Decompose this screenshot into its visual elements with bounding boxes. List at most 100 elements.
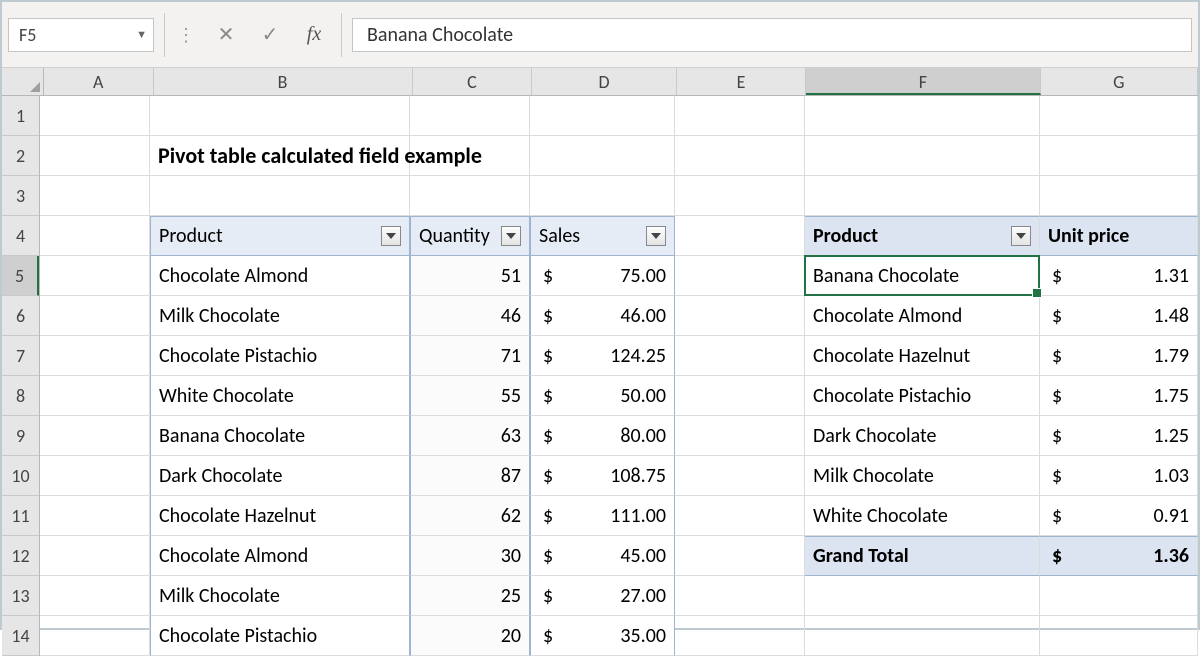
cell[interactable] xyxy=(675,456,805,496)
table-row-product[interactable]: Chocolate Pistachio xyxy=(150,336,410,376)
cell[interactable] xyxy=(805,136,1040,176)
name-box[interactable]: F5 ▼ xyxy=(8,18,154,52)
cell[interactable] xyxy=(805,576,1040,616)
pivot-row-product[interactable]: Milk Chocolate xyxy=(805,456,1040,496)
cell[interactable] xyxy=(530,136,675,176)
cell[interactable] xyxy=(150,96,410,136)
pivot-row-price[interactable]: $1.75 xyxy=(1040,376,1198,416)
row-header-2[interactable]: 2 xyxy=(2,136,39,176)
table-row-sales[interactable]: $27.00 xyxy=(530,576,675,616)
row-header-13[interactable]: 13 xyxy=(2,576,39,616)
pivot-grand-total-value[interactable]: $1.36 xyxy=(1040,536,1198,576)
cell[interactable] xyxy=(410,96,530,136)
filter-icon[interactable] xyxy=(1011,226,1031,246)
table-row-quantity[interactable]: 25 xyxy=(410,576,530,616)
row-header-9[interactable]: 9 xyxy=(2,416,39,456)
table-row-product[interactable]: Dark Chocolate xyxy=(150,456,410,496)
pivot-row-product[interactable]: Banana Chocolate xyxy=(805,256,1040,296)
pivot-header-price[interactable]: Unit price xyxy=(1040,216,1198,256)
pivot-row-price[interactable]: $0.91 xyxy=(1040,496,1198,536)
table-header-quantity[interactable]: Quantity xyxy=(410,216,530,256)
col-header-F[interactable]: F xyxy=(806,68,1040,95)
cell[interactable] xyxy=(1040,616,1198,656)
cell[interactable] xyxy=(410,136,530,176)
pivot-grand-total-label[interactable]: Grand Total xyxy=(805,536,1040,576)
table-row-quantity[interactable]: 46 xyxy=(410,296,530,336)
cancel-formula-button[interactable]: ✕ xyxy=(209,18,243,52)
cell[interactable] xyxy=(40,456,150,496)
cell[interactable] xyxy=(150,176,410,216)
cell[interactable] xyxy=(40,176,150,216)
table-row-sales[interactable]: $124.25 xyxy=(530,336,675,376)
row-header-4[interactable]: 4 xyxy=(2,216,39,256)
cell[interactable] xyxy=(675,536,805,576)
col-header-B[interactable]: B xyxy=(154,68,413,95)
table-row-product[interactable]: Milk Chocolate xyxy=(150,576,410,616)
page-title[interactable]: Pivot table calculated field example xyxy=(150,136,410,176)
col-header-D[interactable]: D xyxy=(532,68,677,95)
table-row-quantity[interactable]: 20 xyxy=(410,616,530,656)
pivot-row-product[interactable]: Dark Chocolate xyxy=(805,416,1040,456)
col-header-E[interactable]: E xyxy=(677,68,807,95)
pivot-row-product[interactable]: Chocolate Pistachio xyxy=(805,376,1040,416)
cell[interactable] xyxy=(675,176,805,216)
cell[interactable] xyxy=(40,376,150,416)
row-header-6[interactable]: 6 xyxy=(2,296,39,336)
col-header-G[interactable]: G xyxy=(1041,68,1198,95)
cell[interactable] xyxy=(40,216,150,256)
table-row-sales[interactable]: $46.00 xyxy=(530,296,675,336)
cell[interactable] xyxy=(40,576,150,616)
row-header-8[interactable]: 8 xyxy=(2,376,39,416)
pivot-row-price[interactable]: $1.79 xyxy=(1040,336,1198,376)
cell[interactable] xyxy=(40,536,150,576)
table-header-product[interactable]: Product xyxy=(150,216,410,256)
pivot-row-product[interactable]: Chocolate Almond xyxy=(805,296,1040,336)
table-row-product[interactable]: Chocolate Pistachio xyxy=(150,616,410,656)
table-row-sales[interactable]: $50.00 xyxy=(530,376,675,416)
cell[interactable] xyxy=(40,96,150,136)
table-row-product[interactable]: Chocolate Almond xyxy=(150,256,410,296)
table-row-quantity[interactable]: 71 xyxy=(410,336,530,376)
cell[interactable] xyxy=(805,176,1040,216)
table-row-quantity[interactable]: 62 xyxy=(410,496,530,536)
cell[interactable] xyxy=(675,336,805,376)
table-row-sales[interactable]: $111.00 xyxy=(530,496,675,536)
cell[interactable] xyxy=(675,256,805,296)
confirm-formula-button[interactable]: ✓ xyxy=(253,18,287,52)
table-header-sales[interactable]: Sales xyxy=(530,216,675,256)
table-row-sales[interactable]: $80.00 xyxy=(530,416,675,456)
table-row-quantity[interactable]: 51 xyxy=(410,256,530,296)
cell[interactable] xyxy=(675,496,805,536)
cell[interactable] xyxy=(675,96,805,136)
cell[interactable] xyxy=(1040,176,1198,216)
cell[interactable] xyxy=(1040,576,1198,616)
cell[interactable] xyxy=(675,576,805,616)
table-row-sales[interactable]: $75.00 xyxy=(530,256,675,296)
table-row-product[interactable]: Chocolate Hazelnut xyxy=(150,496,410,536)
pivot-row-product[interactable]: Chocolate Hazelnut xyxy=(805,336,1040,376)
cell[interactable] xyxy=(1040,96,1198,136)
cell[interactable] xyxy=(40,616,150,656)
row-header-7[interactable]: 7 xyxy=(2,336,39,376)
filter-icon[interactable] xyxy=(501,226,521,246)
table-row-quantity[interactable]: 63 xyxy=(410,416,530,456)
pivot-row-price[interactable]: $1.03 xyxy=(1040,456,1198,496)
cell[interactable] xyxy=(40,336,150,376)
cell[interactable] xyxy=(40,136,150,176)
cell[interactable] xyxy=(1040,136,1198,176)
filter-icon[interactable] xyxy=(646,226,666,246)
row-header-11[interactable]: 11 xyxy=(2,496,39,536)
cell[interactable] xyxy=(530,176,675,216)
row-header-3[interactable]: 3 xyxy=(2,176,39,216)
select-all-corner[interactable] xyxy=(2,68,44,95)
cell[interactable] xyxy=(675,616,805,656)
cells-area[interactable]: Pivot table calculated field example Prod… xyxy=(40,96,1198,656)
col-header-A[interactable]: A xyxy=(44,68,154,95)
table-row-quantity[interactable]: 55 xyxy=(410,376,530,416)
pivot-row-product[interactable]: White Chocolate xyxy=(805,496,1040,536)
cell[interactable] xyxy=(410,176,530,216)
table-row-product[interactable]: Banana Chocolate xyxy=(150,416,410,456)
cell[interactable] xyxy=(530,96,675,136)
cell[interactable] xyxy=(675,376,805,416)
cell[interactable] xyxy=(675,416,805,456)
